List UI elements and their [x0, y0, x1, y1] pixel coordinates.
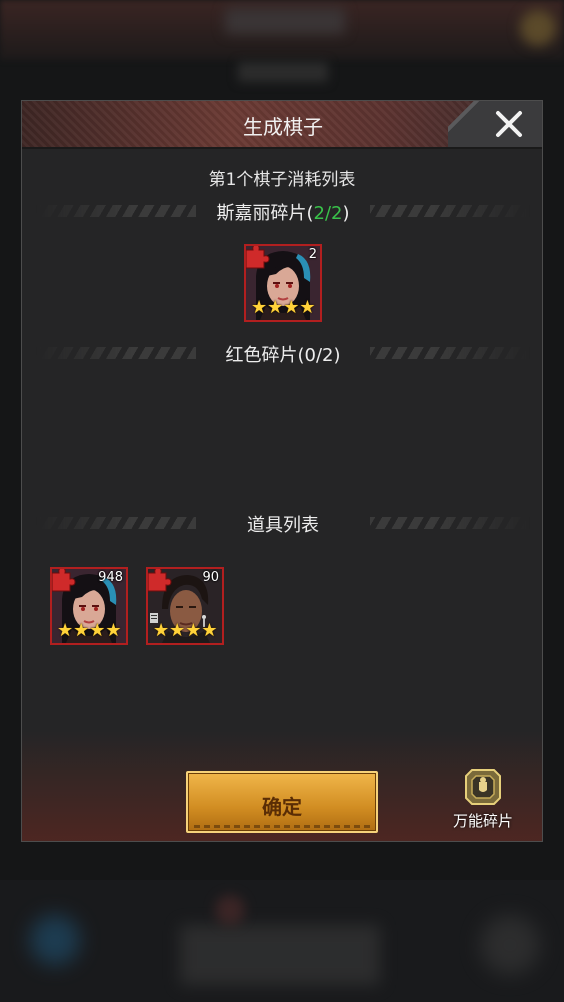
confirm-button[interactable]: 确定 [186, 771, 378, 833]
shard-count: 2 [308, 247, 317, 262]
background-coin-blur [520, 10, 556, 46]
item-card-earring-woman[interactable]: 90 ★ ★ ★ ★ [146, 567, 224, 645]
confirm-label: 确定 [262, 795, 302, 819]
star-rating: ★ ★ ★ ★ [153, 622, 218, 640]
item-count: 90 [202, 570, 219, 585]
section-label: 道具列表 [247, 515, 319, 536]
required-shard-card[interactable]: 2 ★ ★ ★ ★ [244, 244, 322, 322]
background-blob [480, 915, 540, 975]
background-blob [30, 915, 80, 965]
universal-shard-button[interactable]: 万能碎片 [440, 766, 526, 836]
star-rating: ★ ★ ★ ★ [57, 622, 122, 640]
dialog-title-bar: 生成棋子 [22, 101, 542, 149]
background-title-blur [225, 8, 345, 34]
star-icon: ★ [57, 620, 74, 641]
puzzle-piece-icon [52, 569, 76, 592]
background-subtitle-blur [238, 62, 328, 82]
star-icon: ★ [299, 297, 316, 318]
star-icon: ★ [283, 297, 300, 318]
close-icon [496, 111, 522, 137]
star-icon: ★ [267, 297, 284, 318]
section-label: 斯嘉丽碎片(2/2) [216, 203, 350, 224]
progress-value: 2/2 [313, 203, 343, 224]
item-card-scarlett[interactable]: 948 ★ ★ ★ ★ [50, 567, 128, 645]
puzzle-piece-icon [246, 246, 270, 269]
star-icon: ★ [169, 620, 186, 641]
consumption-list-title: 第1个棋子消耗列表 [208, 170, 356, 190]
item-count: 948 [98, 570, 123, 585]
star-icon: ★ [105, 620, 122, 641]
puzzle-piece-icon [148, 569, 172, 592]
star-icon: ★ [251, 297, 268, 318]
star-rating: ★ ★ ★ ★ [251, 299, 316, 317]
star-icon: ★ [89, 620, 106, 641]
star-icon: ★ [185, 620, 202, 641]
star-icon: ★ [73, 620, 90, 641]
section-red-shards: 红色碎片(0/2) [22, 341, 542, 366]
section-item-list: 道具列表 [22, 511, 542, 536]
universal-shard-label: 万能碎片 [452, 812, 513, 830]
close-button[interactable] [448, 101, 542, 147]
star-icon: ★ [153, 620, 170, 641]
generate-piece-dialog: 生成棋子 第1个棋子消耗列表 斯嘉丽碎片(2/2) 2 ★ ★ ★ ★ 红色碎片… [21, 100, 543, 842]
section-scarlett-shards: 斯嘉丽碎片(2/2) [22, 199, 542, 224]
background-blob [215, 895, 245, 925]
star-icon: ★ [201, 620, 218, 641]
background-blob [180, 925, 380, 985]
section-label: 红色碎片(0/2) [225, 345, 341, 366]
universal-shard-icon [465, 769, 501, 805]
